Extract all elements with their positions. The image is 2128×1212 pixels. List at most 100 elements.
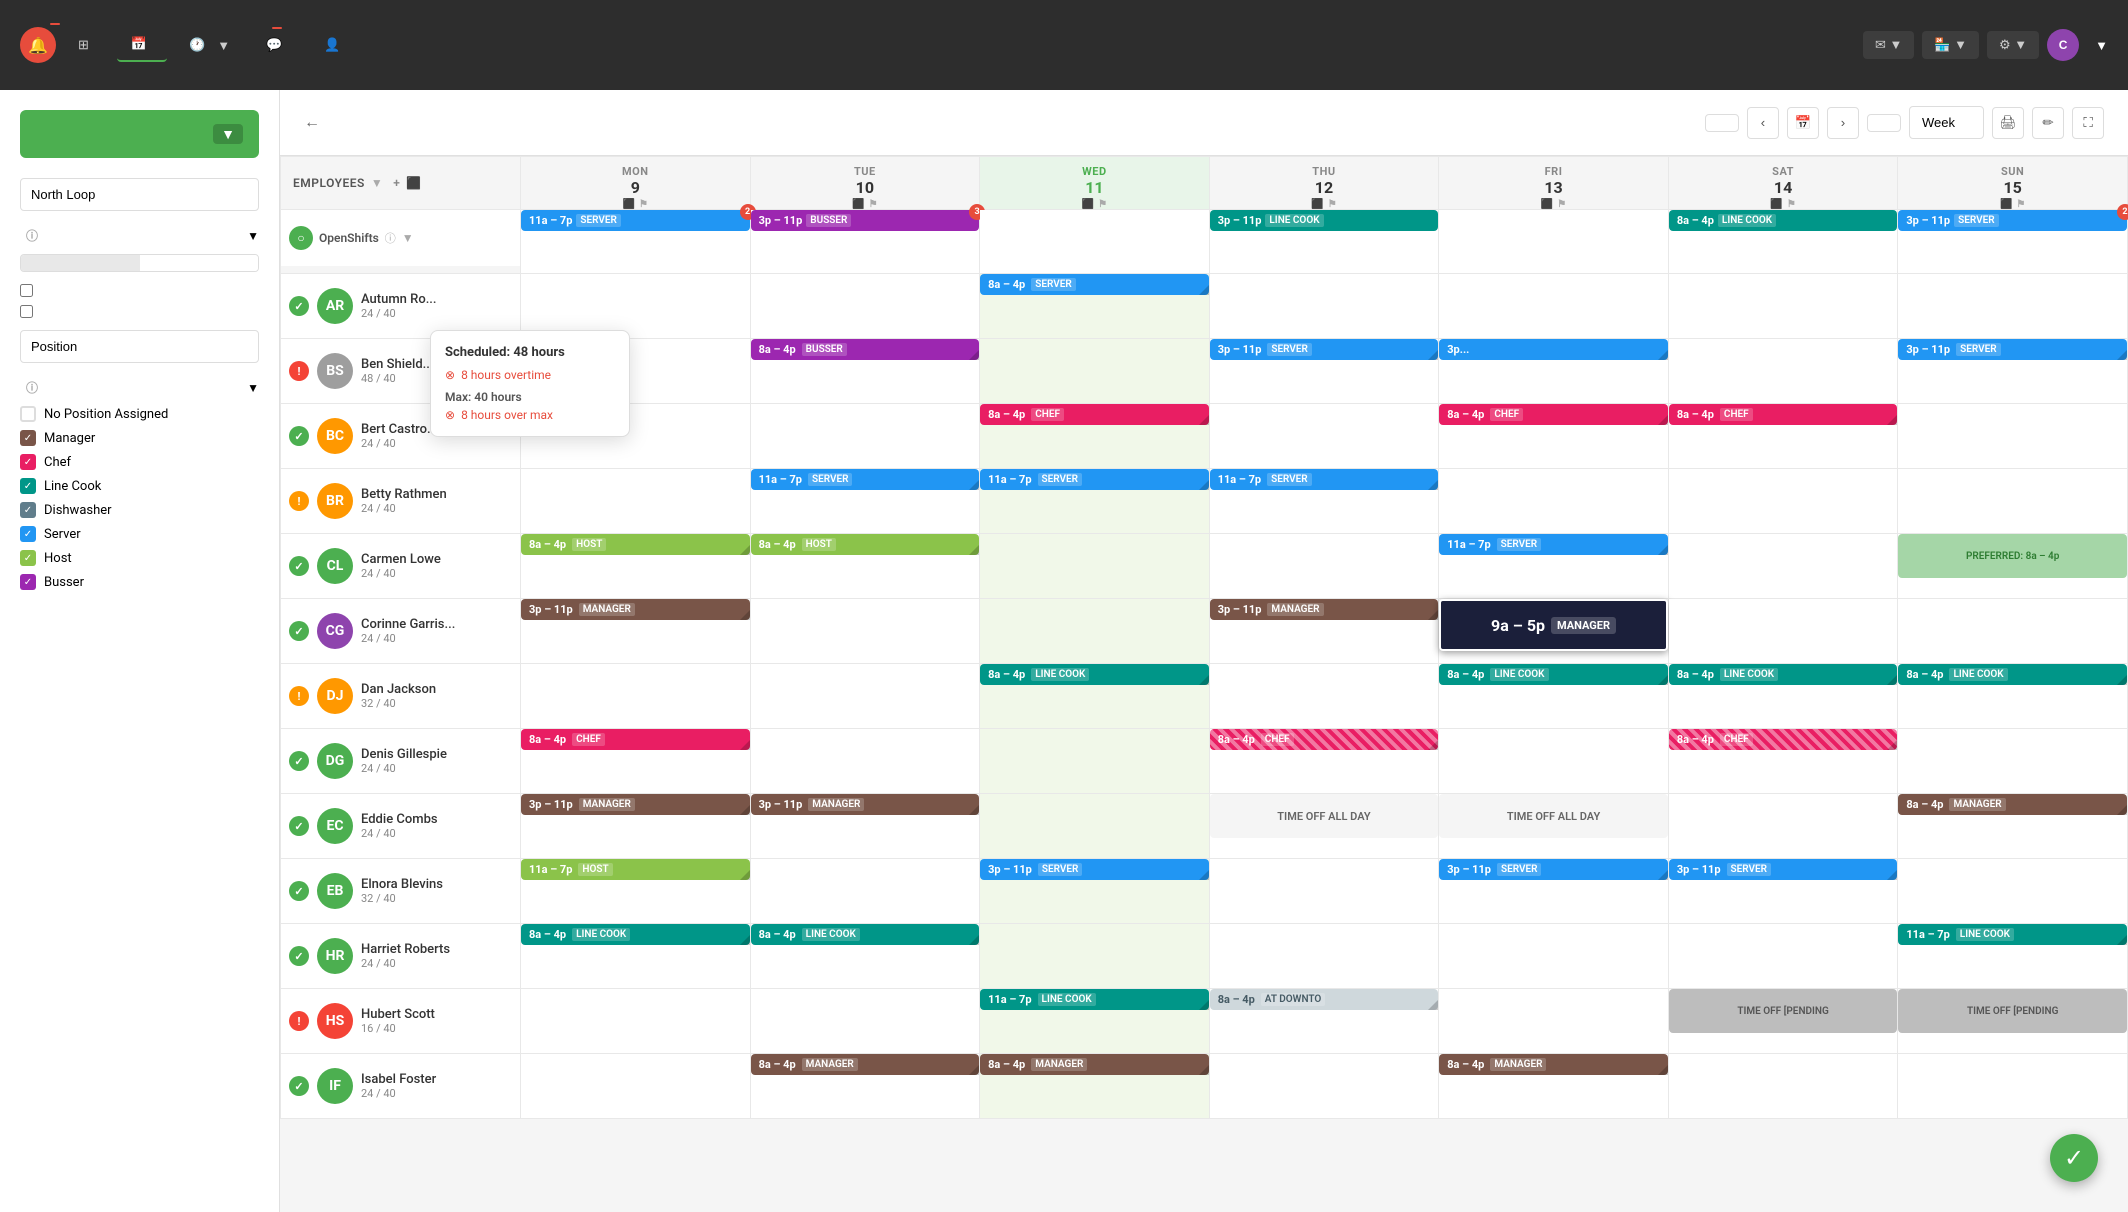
empty-shift-cell[interactable]: [980, 924, 1209, 968]
pos-checkbox[interactable]: ✓: [20, 502, 36, 518]
open-shifts-dropdown-icon[interactable]: ▼: [402, 231, 414, 245]
empty-shift-cell[interactable]: [1210, 664, 1439, 708]
tue-flag-icon[interactable]: ⚑: [869, 199, 878, 210]
empty-shift-cell[interactable]: [1669, 924, 1898, 968]
show-budget-row[interactable]: [20, 305, 259, 318]
empty-shift-cell[interactable]: [1669, 534, 1898, 578]
empty-shift-cell[interactable]: [1669, 1054, 1898, 1098]
workchat-nav[interactable]: 💬: [252, 29, 302, 61]
user-menu[interactable]: C ▼: [2047, 29, 2108, 61]
pos-checkbox[interactable]: ✓: [20, 526, 36, 542]
location-select[interactable]: North Loop: [20, 178, 259, 211]
shift-block[interactable]: 8a – 4p LINE COOK: [1439, 664, 1668, 685]
pos-button[interactable]: 🏪 ▼: [1922, 31, 1979, 59]
thu-copy-icon[interactable]: ⬛: [1311, 199, 1323, 210]
empty-shift-cell[interactable]: [1210, 1054, 1439, 1098]
empty-shift-cell[interactable]: [1898, 729, 2127, 773]
expand-button[interactable]: ⛶: [2072, 107, 2104, 139]
empty-shift-cell[interactable]: [521, 274, 750, 318]
sun-flag-icon[interactable]: ⚑: [2016, 199, 2025, 210]
view-color-select[interactable]: Position: [20, 330, 259, 363]
empty-shift-cell[interactable]: [1439, 469, 1668, 513]
add-employee-icon[interactable]: +: [393, 176, 400, 190]
today-button[interactable]: [1867, 114, 1901, 132]
empty-shift-cell[interactable]: [980, 729, 1209, 773]
empty-shift-cell[interactable]: [521, 664, 750, 708]
position-item-line-cook[interactable]: ✓ Line Cook: [20, 478, 259, 494]
view-period-select[interactable]: Week: [1909, 106, 1984, 139]
empty-shift-cell[interactable]: [1210, 404, 1439, 448]
empty-shift-cell[interactable]: [1669, 469, 1898, 513]
pending-block[interactable]: TIME OFF [PENDING: [1898, 989, 2127, 1033]
thu-flag-icon[interactable]: ⚑: [1328, 199, 1337, 210]
calendar-button[interactable]: 📅: [1787, 107, 1819, 139]
shift-block[interactable]: 3p – 11p MANAGER: [751, 794, 980, 815]
empty-shift-cell[interactable]: [980, 534, 1209, 578]
empty-shift-cell[interactable]: [1898, 599, 2127, 643]
empty-shift-cell[interactable]: [751, 274, 980, 318]
highlighted-shift-block[interactable]: 9a – 5p MANAGER: [1439, 599, 1668, 651]
empty-shift-cell[interactable]: [1898, 1054, 2127, 1098]
empty-shift-cell[interactable]: [1439, 989, 1668, 1033]
edit-button[interactable]: ✏: [2032, 107, 2064, 139]
shift-block[interactable]: 3p – 11p SERVER: [1210, 339, 1439, 360]
empty-shift-cell[interactable]: [1210, 534, 1439, 578]
shift-block[interactable]: 11a – 7p SERVER: [751, 469, 980, 490]
shift-block[interactable]: 3p – 11p SERVER: [1669, 859, 1898, 880]
scheduler-nav[interactable]: 📅: [117, 28, 167, 62]
sat-flag-icon[interactable]: ⚑: [1787, 199, 1796, 210]
shift-block[interactable]: 8a – 4p HOST: [521, 534, 750, 555]
shift-block[interactable]: 11a – 7p SERVER: [1439, 534, 1668, 555]
employees-tab[interactable]: [21, 255, 140, 271]
view-options-header[interactable]: ⓘ ▼: [20, 227, 259, 244]
shift-block[interactable]: 8a – 4p CHEF: [521, 729, 750, 750]
empty-shift-cell[interactable]: [751, 859, 980, 903]
timeoff-block[interactable]: TIME OFF ALL DAY: [1439, 794, 1668, 838]
empty-shift-cell[interactable]: [1669, 274, 1898, 318]
dashboard-nav[interactable]: ⊞: [64, 29, 109, 61]
shift-block[interactable]: 8a – 4p CHEF: [980, 404, 1209, 425]
pos-checkbox[interactable]: ✓: [20, 478, 36, 494]
empty-shift-cell[interactable]: [1439, 924, 1668, 968]
empty-shift-cell[interactable]: [1669, 599, 1898, 643]
shift-block[interactable]: 11a – 7p HOST: [521, 859, 750, 880]
shift-block[interactable]: 8a – 4p MANAGER: [1898, 794, 2127, 815]
hide-unscheduled-row[interactable]: [20, 284, 259, 297]
position-item-host[interactable]: ✓ Host: [20, 550, 259, 566]
wed-flag-icon[interactable]: ⚑: [1098, 199, 1107, 210]
shift-block[interactable]: 8a – 4p CHEF: [1669, 404, 1898, 425]
shift-block[interactable]: 3p – 11p MANAGER: [521, 599, 750, 620]
shift-block[interactable]: 11a – 7p SERVER: [980, 469, 1209, 490]
sat-copy-icon[interactable]: ⬛: [1770, 199, 1782, 210]
shift-block[interactable]: 8a – 4p SERVER: [980, 274, 1209, 295]
preferred-block[interactable]: PREFERRED: 8a – 4p: [1898, 534, 2127, 578]
shift-block[interactable]: 8a – 4p CHEF: [1439, 404, 1668, 425]
fri-copy-icon[interactable]: ⬛: [1541, 199, 1553, 210]
shift-block[interactable]: 8a – 4p MANAGER: [751, 1054, 980, 1075]
position-item-dishwasher[interactable]: ✓ Dishwasher: [20, 502, 259, 518]
wed-copy-icon[interactable]: ⬛: [1082, 199, 1094, 210]
next-week-button[interactable]: ›: [1827, 107, 1859, 139]
mail-button[interactable]: ✉ ▼: [1863, 31, 1914, 59]
floating-action-button[interactable]: ✓: [2050, 1134, 2098, 1182]
shift-block[interactable]: 11a – 7p LINE COOK: [980, 989, 1209, 1010]
empty-shift-cell[interactable]: [1210, 859, 1439, 903]
empty-shift-cell[interactable]: [1898, 274, 2127, 318]
publish-dropdown-arrow[interactable]: ▼: [213, 124, 243, 144]
open-shift-block[interactable]: 3p – 11p LINE COOK: [1210, 210, 1439, 231]
notifications-button[interactable]: 🔔: [20, 27, 56, 63]
prev-week-button[interactable]: ‹: [1747, 107, 1779, 139]
shift-block[interactable]: 3p – 11p SERVER: [1898, 339, 2127, 360]
pos-checkbox[interactable]: [20, 406, 36, 422]
shift-block[interactable]: 3p – 11p MANAGER: [1210, 599, 1439, 620]
empty-shift-cell[interactable]: [1210, 924, 1439, 968]
empty-shift-cell[interactable]: [1669, 794, 1898, 838]
position-item-server[interactable]: ✓ Server: [20, 526, 259, 542]
empty-shift-cell[interactable]: [1210, 274, 1439, 318]
position-item-no-position-assigned[interactable]: No Position Assigned: [20, 406, 259, 422]
mon-copy-icon[interactable]: ⬛: [623, 199, 635, 210]
position-item-manager[interactable]: ✓ Manager: [20, 430, 259, 446]
empty-shift-cell[interactable]: [980, 339, 1209, 383]
empty-shift-cell[interactable]: [751, 989, 980, 1033]
position-item-chef[interactable]: ✓ Chef: [20, 454, 259, 470]
